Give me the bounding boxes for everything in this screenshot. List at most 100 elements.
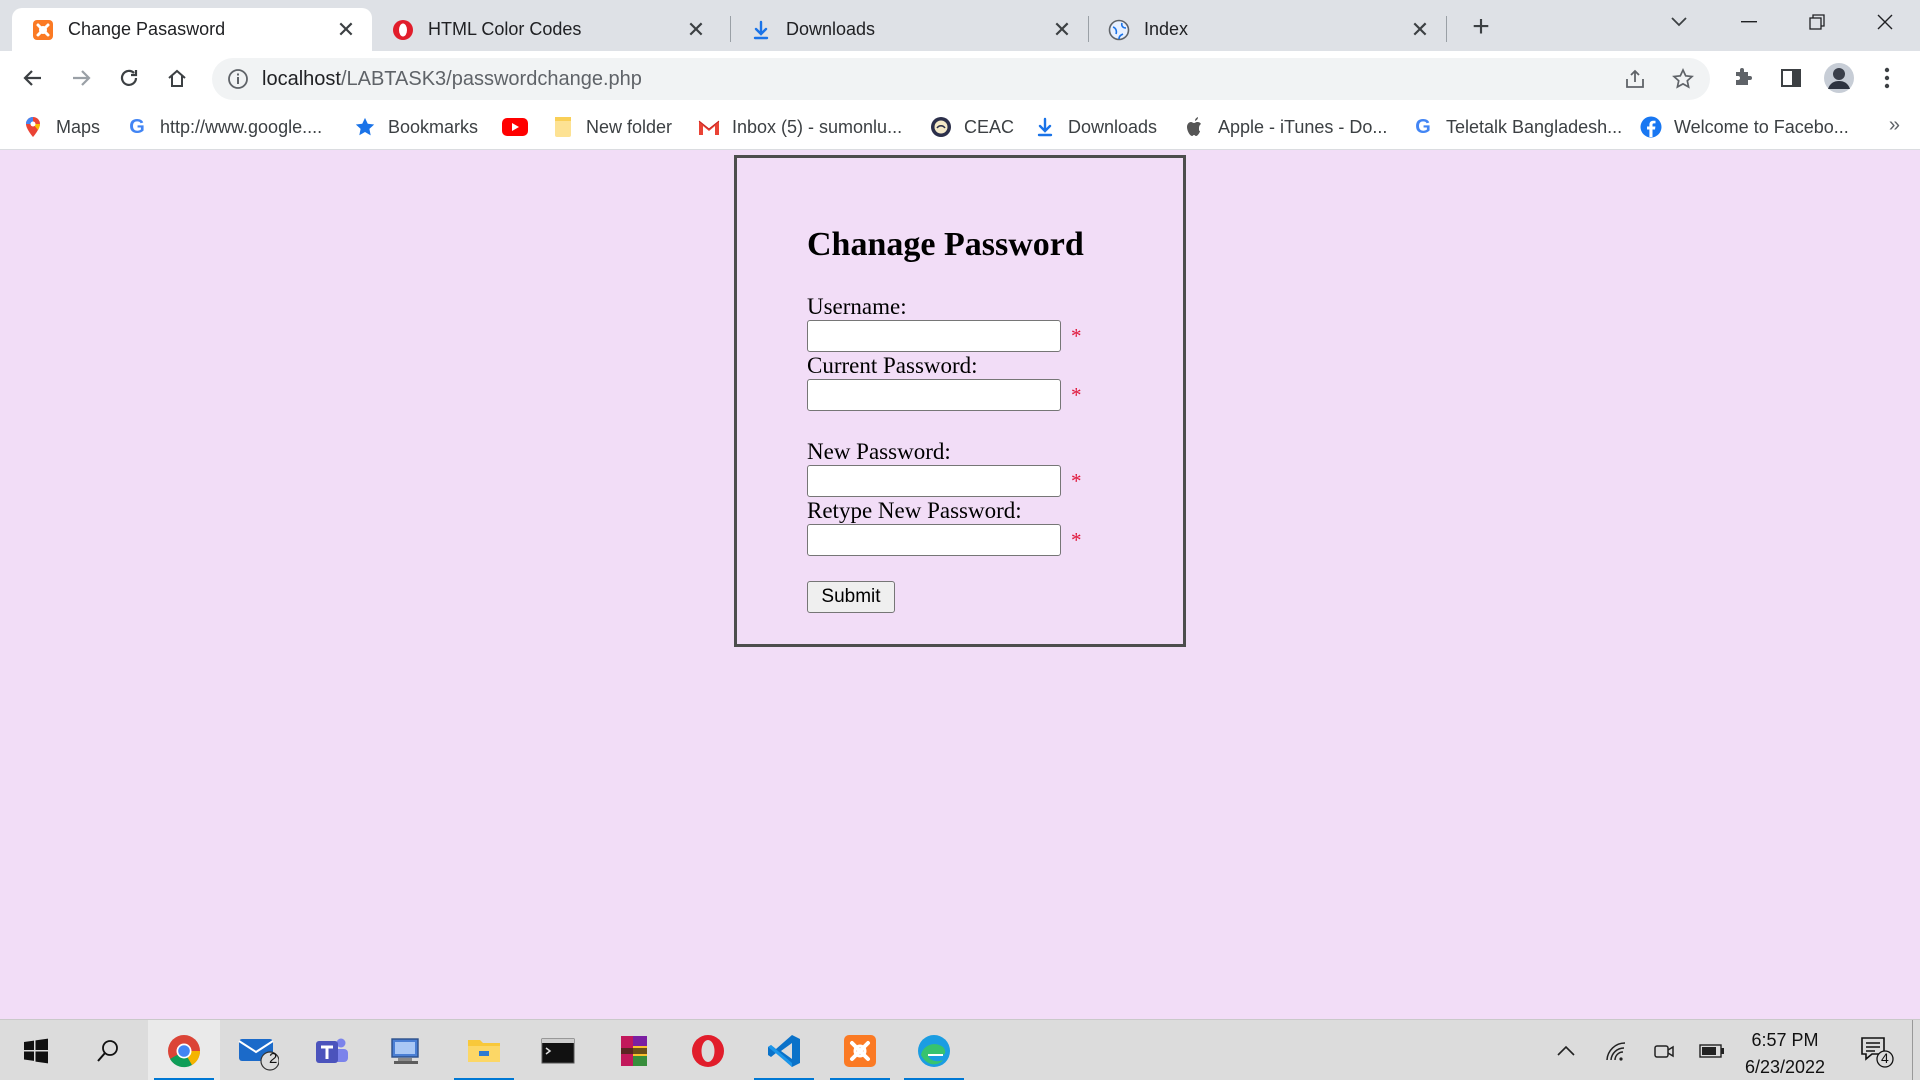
current-password-input[interactable] [807,379,1061,411]
share-icon [1626,69,1644,88]
show-desktop-button[interactable] [1912,1020,1913,1080]
bookmark-teletalk[interactable]: G Teletalk Bangladesh... [1412,114,1622,140]
taskbar-xampp[interactable] [824,1020,896,1080]
search-button[interactable] [72,1020,144,1080]
tab-title: Index [1144,19,1189,39]
home-button[interactable] [160,61,194,95]
browser-toolbar: localhost/LABTASK3/passwordchange.php [0,51,1920,105]
taskbar-edge[interactable] [898,1020,970,1080]
bookmark-downloads[interactable]: Downloads [1034,114,1157,140]
restore-button[interactable] [1782,0,1852,44]
taskbar-vscode[interactable] [748,1020,820,1080]
side-panel-button[interactable] [1774,61,1808,95]
battery-status[interactable] [1698,1038,1726,1064]
bookmark-new-folder[interactable]: New folder [552,114,672,140]
site-info-icon[interactable] [226,67,250,91]
reload-icon [120,69,138,86]
close-window-button[interactable] [1850,0,1920,44]
new-password-input[interactable] [807,465,1061,497]
close-tab-icon[interactable]: ✕ [1406,16,1434,44]
teams-icon [316,1038,348,1063]
new-tab-button[interactable]: + [1464,10,1498,44]
close-tab-icon[interactable]: ✕ [1048,16,1076,44]
bookmarks-bar: Maps G http://www.google.... Bookmarks N… [0,105,1920,150]
address-bar[interactable]: localhost/LABTASK3/passwordchange.php [212,58,1710,100]
url-text[interactable]: localhost/LABTASK3/passwordchange.php [262,68,642,91]
close-tab-icon[interactable]: ✕ [332,16,360,44]
bookmark-label: Bookmarks [388,116,479,137]
taskbar-mail[interactable]: 2 [222,1020,294,1080]
tab-index[interactable]: Index ✕ [1088,8,1446,51]
network-status[interactable] [1602,1038,1630,1064]
form-title: Chanage Password [807,226,1084,263]
username-input[interactable] [807,320,1061,352]
facebook-icon [1640,116,1662,138]
bookmark-label: Maps [56,116,101,137]
google-icon: G [1415,115,1431,138]
gmail-icon [698,116,720,138]
username-label: Username: [807,294,907,319]
seal-icon [930,116,952,138]
bookmark-ceac[interactable]: CEAC [930,114,1014,140]
bookmark-youtube[interactable] [502,114,540,140]
retype-password-input[interactable] [807,524,1061,556]
menu-button[interactable] [1870,61,1904,95]
bookmark-label: http://www.google.... [160,116,323,137]
reload-button[interactable] [112,61,146,95]
more-vert-icon [1884,67,1890,89]
tab-search-button[interactable] [1644,0,1714,44]
tab-downloads[interactable]: Downloads ✕ [730,8,1088,51]
close-tab-icon[interactable]: ✕ [682,16,710,44]
chevron-down-icon [1671,17,1687,27]
bookmark-google[interactable]: G http://www.google.... [126,114,322,140]
home-icon [168,69,186,87]
minimize-button[interactable] [1714,0,1784,44]
xampp-icon [844,1034,876,1067]
taskbar-chrome[interactable] [148,1020,220,1080]
start-button[interactable] [0,1020,72,1080]
taskbar-file-explorer[interactable] [448,1020,520,1080]
meet-now-button[interactable] [1650,1038,1678,1064]
mail-badge: 2 [269,1050,278,1067]
arrow-right-icon [73,70,91,86]
star-icon [354,116,376,138]
bookmark-label: Apple - iTunes - Do... [1218,116,1388,137]
bookmark-label: Downloads [1068,116,1158,137]
url-host: localhost [262,68,341,90]
bookmark-star-button[interactable] [1670,66,1696,92]
system-clock[interactable]: 6:57 PM 6/23/2022 [1730,1027,1840,1080]
side-panel-icon [1781,69,1801,87]
taskbar-terminal[interactable] [522,1020,594,1080]
tab-change-password[interactable]: Change Pasasword ✕ [12,8,372,51]
bookmark-bookmarks[interactable]: Bookmarks [354,114,478,140]
taskbar-network-app[interactable] [370,1020,442,1080]
tab-title: Change Pasasword [68,19,226,39]
edge-icon [918,1034,950,1067]
forward-button[interactable] [64,61,98,95]
bookmark-maps[interactable]: Maps [22,114,100,140]
youtube-icon [502,116,528,138]
submit-button[interactable]: Submit [807,581,895,613]
bookmarks-overflow-button[interactable]: » [1889,114,1900,137]
bookmark-apple-itunes[interactable]: Apple - iTunes - Do... [1184,114,1387,140]
share-button[interactable] [1622,66,1648,92]
avatar [1824,63,1854,93]
show-hidden-icons-button[interactable] [1552,1038,1580,1064]
extensions-button[interactable] [1726,61,1760,95]
profile-button[interactable] [1822,61,1856,95]
bookmark-facebook[interactable]: Welcome to Facebo... [1640,114,1849,140]
windows-taskbar: 2 6:57 PM 6/23/2022 4 [0,1019,1920,1080]
taskbar-teams[interactable] [296,1020,368,1080]
bookmark-gmail[interactable]: Inbox (5) - sumonlu... [698,114,902,140]
maps-pin-icon [22,116,44,138]
retype-password-label: Retype New Password: [807,498,1022,523]
taskbar-winrar[interactable] [598,1020,670,1080]
xampp-icon [32,19,54,41]
clock-date: 6/23/2022 [1744,1057,1826,1077]
folder-icon [552,116,574,138]
back-button[interactable] [16,61,50,95]
tab-html-color-codes[interactable]: HTML Color Codes ✕ [372,8,722,51]
star-outline-icon [1672,67,1694,89]
action-center-button[interactable]: 4 [1856,1032,1894,1070]
taskbar-opera[interactable] [672,1020,744,1080]
